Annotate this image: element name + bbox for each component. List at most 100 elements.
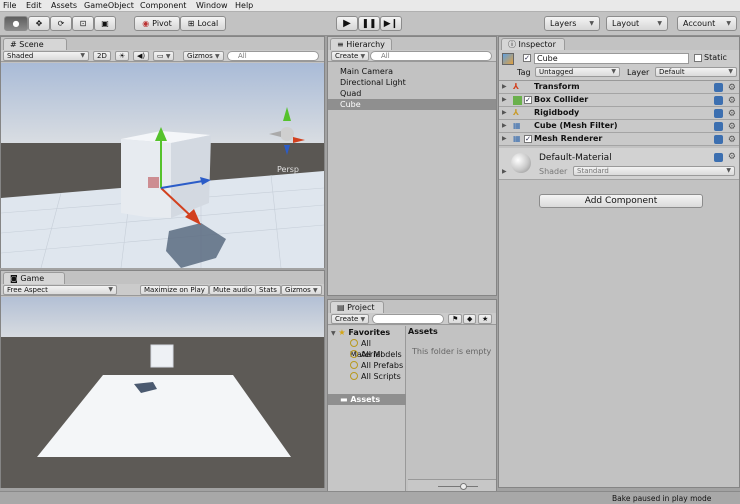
layer-dropdown[interactable]: Default ▼ [655,67,737,77]
create-label: Create [335,52,359,60]
gear-icon[interactable]: ⚙ [728,134,736,146]
layers-dropdown[interactable]: Layers ▼ [544,16,600,31]
folder-icon: ▤ [337,303,345,312]
gear-icon[interactable]: ⚙ [728,95,736,107]
game-gizmos-dropdown[interactable]: Gizmos ▼ [281,285,322,295]
layout-dropdown[interactable]: Layout ▼ [606,16,668,31]
help-icon[interactable] [714,153,723,162]
assets-root-node[interactable]: ▬ Assets [328,394,406,405]
scene-viewport[interactable]: Persp [1,63,324,268]
favorite-item[interactable]: All Scripts [350,371,401,382]
local-toggle[interactable]: ⊞ Local [180,16,226,31]
account-dropdown[interactable]: Account ▼ [677,16,737,31]
gear-icon[interactable]: ⚙ [728,121,736,133]
component-box-collider[interactable]: ▶ ✓ Box Collider ⚙ [499,94,739,107]
hierarchy-create-dropdown[interactable]: Create ▼ [331,51,370,61]
hand-tool-button[interactable]: ● [4,16,28,31]
help-icon[interactable] [714,96,723,105]
tab-scene[interactable]: # Scene [3,38,67,50]
menu-component[interactable]: Component [140,1,186,10]
tab-hierarchy[interactable]: ≡ Hierarchy [330,38,392,50]
rigidbody-icon: ⅄ [513,108,520,117]
object-name-field[interactable]: Cube [534,53,689,64]
material-name: Default-Material [539,153,612,163]
layer-value: Default [659,68,685,76]
persp-label[interactable]: Persp [277,165,299,174]
hierarchy-item[interactable]: Directional Light [340,77,406,88]
expand-arrow-icon[interactable]: ▶ [502,168,507,175]
component-transform[interactable]: ▶ ⅄ Transform ⚙ [499,81,739,94]
step-button[interactable]: ▶❙ [380,16,402,31]
stats-toggle[interactable]: Stats [255,285,281,295]
scene-search-input[interactable]: All [227,51,319,61]
help-icon[interactable] [714,135,723,144]
pause-button[interactable]: ❚❚ [358,16,380,31]
hierarchy-item[interactable]: Main Camera [340,66,393,77]
project-search-input[interactable] [372,314,444,324]
icon-size-slider[interactable] [438,486,478,487]
project-create-dropdown[interactable]: Create ▼ [331,314,370,324]
handle-plane[interactable] [148,177,159,188]
static-checkbox[interactable] [694,54,702,62]
step-icon: ▶❙ [383,18,399,29]
gizmos-dropdown[interactable]: Gizmos ▼ [183,51,224,61]
menu-edit[interactable]: Edit [26,1,42,10]
help-icon[interactable] [714,83,723,92]
add-component-button[interactable]: Add Component [539,194,703,208]
gear-icon[interactable]: ⚙ [728,82,736,94]
favorite-item[interactable]: All Models [350,349,402,360]
component-mesh-filter[interactable]: ▶ ▦ Cube (Mesh Filter) ⚙ [499,120,739,133]
tag-dropdown[interactable]: Untagged ▼ [535,67,620,77]
move-tool-button[interactable]: ✥ [28,16,50,31]
scale-tool-button[interactable]: ⊡ [72,16,94,31]
mute-audio-toggle[interactable]: Mute audio [209,285,257,295]
rect-tool-button[interactable]: ▣ [94,16,116,31]
local-icon: ⊞ [187,19,195,28]
game-gizmos-label: Gizmos [285,286,311,294]
aspect-dropdown[interactable]: Free Aspect ▼ [3,285,117,295]
tab-inspector[interactable]: ⓘ Inspector [501,38,565,50]
tab-game[interactable]: ◙ Game [3,272,65,284]
rotate-tool-button[interactable]: ⟳ [50,16,72,31]
menu-window[interactable]: Window [196,1,228,10]
favorite-button[interactable]: ★ [478,314,493,324]
favorite-item[interactable]: All Material [350,338,405,359]
component-enabled-checkbox[interactable]: ✓ [524,135,532,143]
maximize-on-play-toggle[interactable]: Maximize on Play [140,285,209,295]
hierarchy-selected-row[interactable]: Cube [328,99,496,110]
object-header: ✓ Cube Static Tag Untagged ▼ Layer Defaul… [499,50,739,81]
favorite-item[interactable]: All Prefabs [350,360,403,371]
help-icon[interactable] [714,109,723,118]
hierarchy-search-input[interactable]: All [370,51,492,61]
component-name: Rigidbody [534,108,580,117]
favorites-node[interactable]: ▼ ★ Favorites [331,327,390,338]
gear-icon[interactable]: ⚙ [728,152,736,162]
menu-help[interactable]: Help [235,1,253,10]
tab-project[interactable]: ▤ Project [330,301,384,313]
project-tree: ▼ ★ Favorites All Material All Models Al… [328,326,406,492]
play-button[interactable]: ▶ [336,16,358,31]
component-mesh-renderer[interactable]: ▶ ▦ ✓ Mesh Renderer ⚙ [499,133,739,146]
menu-assets[interactable]: Assets [51,1,77,10]
filter-label-button[interactable]: ◆ [463,314,477,324]
active-checkbox[interactable]: ✓ [523,54,531,62]
effects-dropdown[interactable]: ▭ ▼ [153,51,175,61]
2d-toggle[interactable]: 2D [93,51,111,61]
audio-toggle[interactable]: ◀) [133,51,150,61]
slider-thumb[interactable] [460,483,467,490]
game-viewport[interactable] [1,297,324,488]
shader-dropdown[interactable]: Standard ▼ [573,166,735,176]
hierarchy-item[interactable]: Quad [340,88,361,99]
menu-file[interactable]: File [3,1,16,10]
help-icon[interactable] [714,122,723,131]
filter-type-button[interactable]: ⚑ [448,314,463,324]
shading-dropdown[interactable]: Shaded ▼ [3,51,89,61]
lighting-toggle[interactable]: ☀ [115,51,130,61]
pivot-toggle[interactable]: ◉ Pivot [134,16,180,31]
gear-icon[interactable]: ⚙ [728,108,736,120]
component-enabled-checkbox[interactable]: ✓ [524,96,532,104]
component-rigidbody[interactable]: ▶ ⅄ Rigidbody ⚙ [499,107,739,120]
menu-gameobject[interactable]: GameObject [84,1,134,10]
account-label: Account [683,19,716,28]
shader-value: Standard [577,167,609,175]
